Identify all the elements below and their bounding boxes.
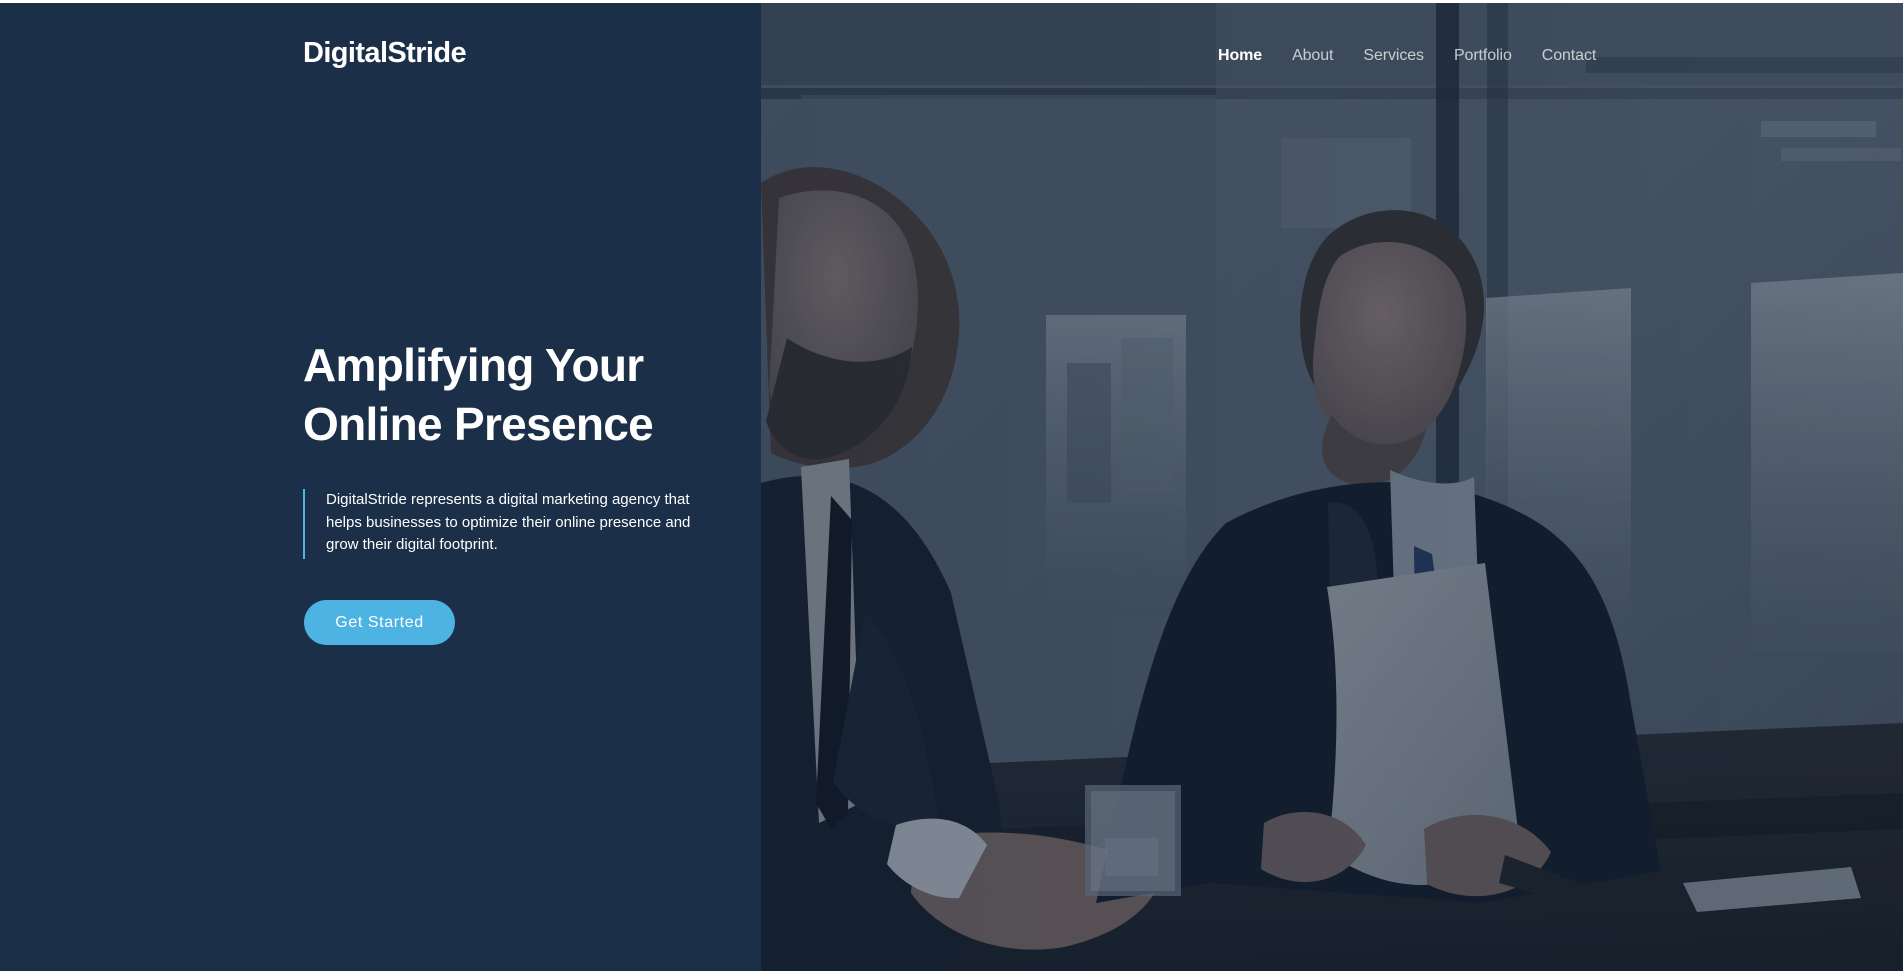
two-businessmen-meeting-photo (761, 3, 1903, 971)
nav-link-contact[interactable]: Contact (1542, 47, 1597, 64)
hero-title-line-1: Amplifying Your (303, 339, 644, 391)
nav-link-about[interactable]: About (1292, 47, 1333, 64)
hero-image (761, 3, 1903, 971)
get-started-button[interactable]: Get Started (304, 600, 455, 645)
nav-item-services: Services (1363, 47, 1424, 65)
nav-item-about: About (1292, 47, 1333, 65)
hero-title: Amplifying Your Online Presence (303, 336, 733, 454)
landing-page: DigitalStride Home About Services Portfo… (0, 0, 1903, 971)
hero-title-line-2: Online Presence (303, 398, 654, 450)
hero-left-panel (0, 3, 761, 971)
brand-logo[interactable]: DigitalStride (303, 37, 467, 70)
nav-list: Home About Services Portfolio Contact (1218, 47, 1596, 65)
nav-item-home: Home (1218, 47, 1262, 65)
hero-description: DigitalStride represents a digital marke… (303, 489, 723, 559)
nav-link-home[interactable]: Home (1218, 47, 1262, 64)
nav-item-contact: Contact (1542, 47, 1597, 65)
nav-link-portfolio[interactable]: Portfolio (1454, 47, 1512, 64)
hero-section: DigitalStride Home About Services Portfo… (0, 3, 1903, 971)
nav-link-services[interactable]: Services (1363, 47, 1424, 64)
nav-item-portfolio: Portfolio (1454, 47, 1512, 65)
